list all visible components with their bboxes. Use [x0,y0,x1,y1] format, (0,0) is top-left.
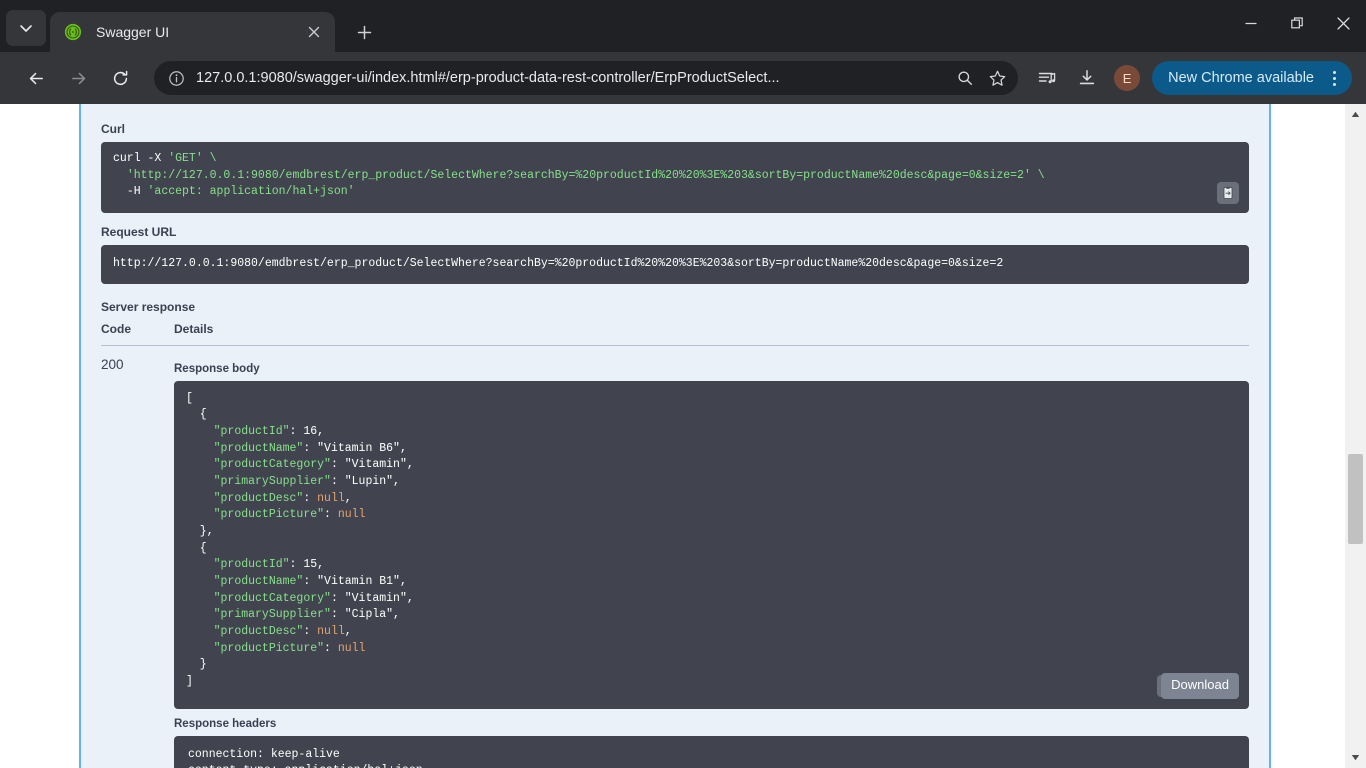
window-close-icon [1336,16,1350,30]
copy-clipboard-icon [1223,186,1233,200]
close-icon [308,26,320,38]
forward-arrow-icon [71,72,85,84]
minimize-button[interactable] [1228,0,1274,46]
info-circle-icon [168,70,184,86]
update-button-label: New Chrome available [1168,70,1314,86]
back-button[interactable] [18,60,54,96]
new-chrome-available-button[interactable]: New Chrome available [1152,61,1352,95]
address-bar[interactable]: 127.0.0.1:9080/swagger-ui/index.html#/er… [154,61,1019,95]
profile-avatar[interactable]: E [1114,65,1141,91]
tab-strip: Swagger UI [0,0,1366,52]
curl-line1-continuation: \ [202,152,217,165]
download-icon [1079,70,1095,85]
copy-curl-button[interactable] [1217,182,1239,205]
browser-window: Swagger UI 127.0.0.1:9080/swagger-ui/ind… [0,0,1366,768]
search-icon [958,71,973,86]
chevron-down-icon [20,25,32,32]
bookmark-button[interactable] [982,63,1012,93]
triangle-up-icon [1351,111,1360,117]
response-body-json: [ { "productId": 16, "productName": "Vit… [186,391,414,689]
scroll-down-button[interactable] [1345,747,1366,768]
browser-toolbar: 127.0.0.1:9080/swagger-ui/index.html#/er… [0,52,1366,104]
address-bar-url: 127.0.0.1:9080/swagger-ui/index.html#/er… [196,70,780,86]
minimize-icon [1245,22,1257,25]
curl-method: 'GET' [168,152,203,165]
tab-search-button[interactable] [6,10,46,46]
omnibox-search-button[interactable] [950,63,980,93]
download-response-button[interactable]: Download [1161,672,1239,699]
response-headers-block: connection: keep-alive content-type: app… [174,735,1249,768]
curl-url: 'http://127.0.0.1:9080/emdbrest/erp_prod… [126,168,1031,182]
page-scrollbar[interactable] [1345,104,1366,768]
request-url-label: Request URL [101,225,177,240]
downloads-button[interactable] [1070,61,1104,95]
server-response-row: 200 Response body [ { "productId": 16, "… [101,346,1249,768]
close-window-button[interactable] [1320,0,1366,46]
server-response-code: 200 [101,356,124,372]
reload-icon [113,70,127,85]
curl-label: Curl [101,122,125,136]
server-response-code-header: Code [101,321,131,336]
server-response-label: Server response [101,299,196,314]
swagger-icon [64,23,82,41]
curl-code-block: curl -X 'GET' \ 'http://127.0.0.1:9080/e… [101,142,1249,214]
tab-close-button[interactable] [303,21,325,43]
curl-accept-header: 'accept: application/hal+json' [147,185,355,199]
scrollbar-thumb[interactable] [1348,454,1363,544]
server-response-details-header: Details [174,321,214,336]
response-body-block: [ { "productId": 16, "productName": "Vit… [174,380,1249,709]
page-viewport: Curl curl -X 'GET' \ 'http://127.0.0.1:9… [0,104,1366,768]
window-controls [1228,0,1366,46]
scroll-up-button[interactable] [1345,104,1366,125]
forward-button[interactable] [60,60,96,96]
request-url-block: http://127.0.0.1:9080/emdbrest/erp_produ… [101,245,1249,284]
response-headers-label: Response headers [174,717,277,730]
response-body-label: Response body [174,362,260,375]
back-arrow-icon [29,72,43,84]
curl-line2-continuation: \ [1030,168,1045,182]
curl-header-flag: -H [126,185,148,199]
media-control-button[interactable] [1030,61,1064,95]
server-response-header-row: Code Details [101,322,1249,346]
response-headers-text: connection: keep-alive content-type: app… [188,747,423,768]
kebab-menu-icon[interactable] [1320,64,1348,92]
site-info-button[interactable] [162,64,190,92]
tab-title: Swagger UI [96,24,170,40]
server-response-details: Response body [ { "productId": 16, "prod… [174,357,1249,768]
request-url-value: http://127.0.0.1:9080/emdbrest/erp_produ… [113,257,1004,271]
plus-icon [357,25,371,39]
server-response-table: Code Details 200 Response body [ { "prod… [101,322,1249,768]
browser-tab[interactable]: Swagger UI [50,12,335,52]
omnibox-actions [948,63,1012,93]
star-icon [989,70,1005,86]
media-playlist-icon [1038,72,1056,84]
restore-icon [1290,16,1303,28]
swagger-try-it-out-panel: Curl curl -X 'GET' \ 'http://127.0.0.1:9… [79,104,1271,768]
maximize-button[interactable] [1274,0,1320,46]
new-tab-button[interactable] [347,15,381,49]
reload-button[interactable] [102,60,138,96]
triangle-down-icon [1351,755,1360,761]
curl-command: curl -X [113,152,169,165]
